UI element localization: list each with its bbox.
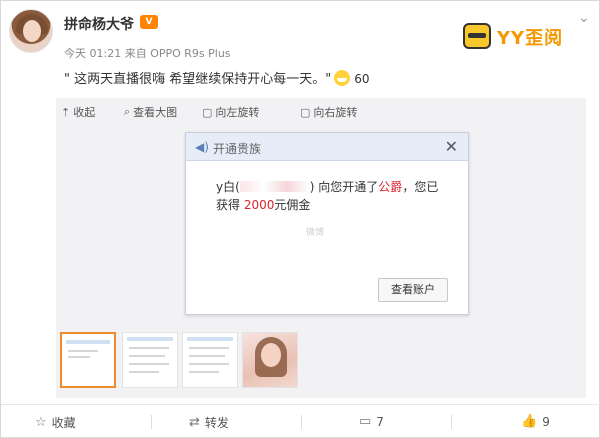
thumb-line [129, 347, 169, 349]
blurred-name [239, 181, 310, 192]
favorite-button[interactable]: ☆ 收藏 [35, 414, 76, 431]
avatar-face [23, 20, 41, 42]
view-account-button[interactable]: 查看账户 [378, 278, 448, 302]
vip-badge-icon: V [140, 15, 158, 29]
like-count: 9 [542, 414, 550, 429]
thumb-line [68, 350, 98, 352]
msg-amount: 2000 [243, 198, 275, 212]
yy-logo: YY歪阅 [463, 23, 583, 49]
post-footer: ☆ 收藏 ⇄ 转发 ▭ 7 👍 9 [1, 404, 600, 438]
avatar[interactable] [9, 9, 53, 53]
msg-suffix: ，您已 [402, 180, 439, 194]
star-icon: ☆ [35, 415, 47, 430]
thumbnail-2[interactable] [122, 332, 178, 388]
msg2-suffix: 元佣金 [274, 198, 311, 212]
comment-count: 7 [376, 414, 384, 429]
dialog-title: 开通贵族 [213, 142, 262, 156]
rotate-left-label: 向左旋转 [215, 106, 260, 119]
msg-prefix: y白( [216, 180, 240, 194]
thumbnail-strip [60, 332, 360, 390]
favorite-label: 收藏 [51, 416, 76, 430]
rotate-left-button[interactable]: ▢ 向左旋转 [202, 104, 259, 120]
thumbnail-4[interactable] [242, 332, 298, 388]
media-toolbar: ⇡ 收起 ⌕ 查看大图 ▢ 向左旋转 ▢ 向右旋转 [56, 98, 586, 122]
search-icon: ⌕ [124, 105, 131, 118]
dialog-header: ◀) 开通贵族 ✕ [186, 133, 468, 161]
view-large-button[interactable]: ⌕ 查看大图 [124, 104, 177, 120]
thumb-line [189, 363, 229, 365]
speaker-icon: ◀) [195, 140, 209, 154]
msg-mid: ) 向您开通了 [309, 180, 379, 194]
thumb-line [129, 363, 169, 365]
thumbs-up-icon: 👍 [521, 414, 538, 429]
emoji-count: 60 [354, 72, 370, 86]
mascot-icon [463, 23, 491, 49]
divider [301, 415, 302, 429]
thumb-line [68, 356, 90, 358]
like-button[interactable]: 👍 9 [521, 414, 550, 429]
divider [451, 415, 452, 429]
watermark: 微博 [306, 228, 325, 238]
msg2-prefix: 获得 [216, 198, 244, 212]
rotate-left-icon: ▢ [202, 105, 213, 119]
logo-text: YY歪阅 [497, 28, 564, 49]
thumb-bar [127, 337, 173, 341]
msg-rank: 公爵 [378, 180, 403, 194]
thumb-line [129, 371, 159, 373]
collapse-label: 收起 [73, 106, 96, 119]
close-icon[interactable]: ✕ [445, 137, 458, 156]
view-large-label: 查看大图 [133, 106, 178, 119]
collapse-icon: ⇡ [61, 105, 71, 119]
grin-emoji-icon [334, 70, 351, 86]
noble-dialog: ◀) 开通贵族 ✕ y白() 向您开通了公爵，您已 获得 2000元佣金 微博 … [185, 132, 469, 315]
thumb-line [189, 355, 225, 357]
post-body: " 这两天直播很嗨 希望继续保持开心每一天。" [64, 72, 332, 87]
post-text: " 这两天直播很嗨 希望继续保持开心每一天。" 60 [64, 68, 370, 87]
repost-label: 转发 [204, 416, 229, 430]
photo-face [261, 343, 281, 367]
post-meta: 今天 01:21 来自 OPPO R9s Plus [64, 47, 231, 60]
thumb-line [189, 371, 219, 373]
repost-icon: ⇄ [189, 415, 200, 430]
thumb-line [129, 355, 165, 357]
rotate-right-label: 向右旋转 [313, 106, 358, 119]
rotate-right-icon: ▢ [300, 105, 311, 119]
thumb-bar [66, 340, 110, 344]
repost-button[interactable]: ⇄ 转发 [189, 414, 229, 431]
divider [151, 415, 152, 429]
chevron-down-icon[interactable]: ⌄ [578, 10, 590, 26]
media-panel: ⇡ 收起 ⌕ 查看大图 ▢ 向左旋转 ▢ 向右旋转 ◀) 开通贵族 ✕ y白(… [56, 98, 586, 398]
rotate-right-button[interactable]: ▢ 向右旋转 [300, 104, 357, 120]
thumbnail-3[interactable] [182, 332, 238, 388]
weibo-post-card: 拼命杨大爷 V 今天 01:21 来自 OPPO R9s Plus " 这两天直… [0, 0, 600, 438]
comment-button[interactable]: ▭ 7 [359, 414, 384, 429]
username[interactable]: 拼命杨大爷 [64, 14, 134, 34]
dialog-message: y白( ) 向您开通了公爵，您已 获得 2000元佣金 [216, 178, 456, 214]
collapse-button[interactable]: ⇡ 收起 [61, 104, 95, 120]
comment-icon: ▭ [359, 414, 372, 429]
thumb-bar [187, 337, 233, 341]
thumb-line [189, 347, 229, 349]
thumbnail-1[interactable] [60, 332, 116, 388]
